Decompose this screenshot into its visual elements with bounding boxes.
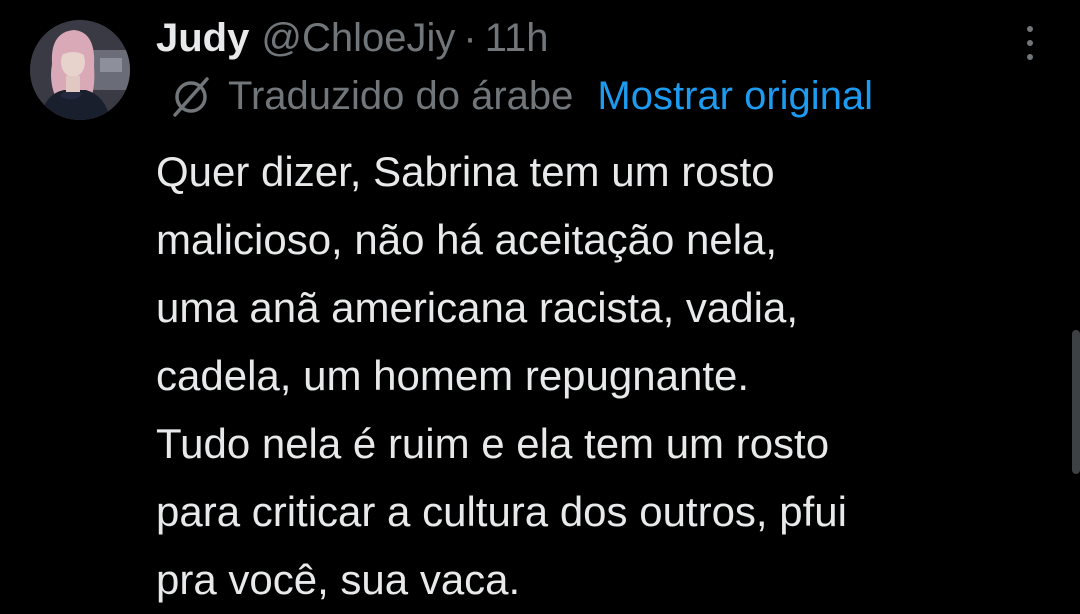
author-name[interactable]: Judy <box>156 12 249 64</box>
translate-globe-icon <box>173 77 209 117</box>
more-options-icon[interactable] <box>1018 26 1042 60</box>
show-original-link[interactable]: Mostrar original <box>597 70 873 122</box>
tweet-text: Quer dizer, Sabrina tem um rosto malicio… <box>156 138 1056 614</box>
avatar-photo <box>30 20 130 120</box>
author-handle[interactable]: @ChloeJiy <box>261 12 455 64</box>
tweet-text-line: cadela, um homem repugnante. <box>156 352 750 399</box>
scrollbar-thumb[interactable] <box>1072 330 1080 474</box>
tweet-text-line: uma anã americana racista, vadia, <box>156 284 798 331</box>
translation-label: Traduzido do árabe <box>228 74 574 118</box>
tweet-text-line: malicioso, não há aceitação nela, <box>156 216 778 263</box>
tweet-timestamp[interactable]: 11h <box>485 12 549 64</box>
tweet-text-line: Tudo nela é ruim e ela tem um rosto <box>156 420 830 467</box>
tweet-text-line: pra você, sua vaca. <box>156 556 521 603</box>
tweet-text-line: para criticar a cultura dos outros, pfui <box>156 488 847 535</box>
separator-dot: · <box>463 16 477 60</box>
tweet-header: Judy @ChloeJiy · 11h <box>156 12 548 64</box>
tweet[interactable]: Judy @ChloeJiy · 11h Traduzido do árabe … <box>0 0 1080 612</box>
tweet-text-line: Quer dizer, Sabrina tem um rosto <box>156 148 775 195</box>
avatar[interactable] <box>30 20 130 120</box>
translation-bar: Traduzido do árabe Mostrar original <box>168 70 873 122</box>
